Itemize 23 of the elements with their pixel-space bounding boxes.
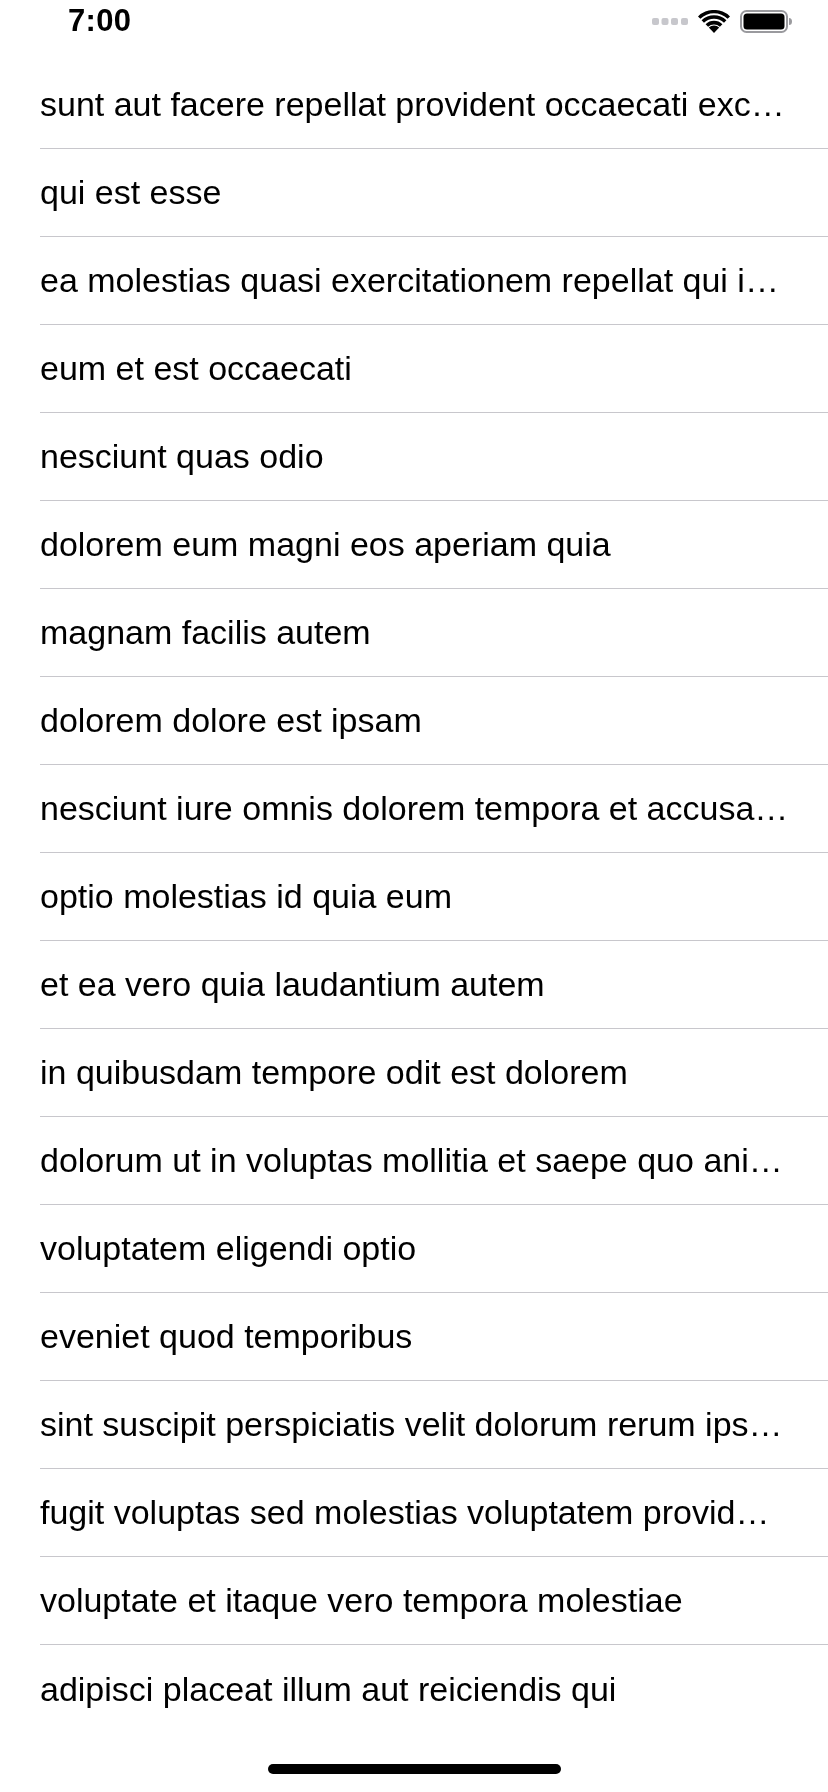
list-item[interactable]: eum et est occaecati xyxy=(40,325,828,413)
list-item[interactable]: sint suscipit perspiciatis velit dolorum rerum ips… xyxy=(40,1381,828,1469)
list-item[interactable]: nesciunt iure omnis dolorem tempora et accusa… xyxy=(40,765,828,853)
list-item[interactable]: optio molestias id quia eum xyxy=(40,853,828,941)
list-item[interactable]: ea molestias quasi exercitationem repellat qui i… xyxy=(40,237,828,325)
signal-icon xyxy=(652,18,688,25)
list-item[interactable]: dolorum ut in voluptas mollitia et saepe quo ani… xyxy=(40,1117,828,1205)
list-item[interactable]: nesciunt quas odio xyxy=(40,413,828,501)
status-time: 7:00 xyxy=(68,2,132,39)
list-item[interactable]: eveniet quod temporibus xyxy=(40,1293,828,1381)
wifi-icon xyxy=(698,10,730,33)
list-item[interactable]: dolorem eum magni eos aperiam quia xyxy=(40,501,828,589)
battery-icon xyxy=(740,10,792,33)
list-item[interactable]: voluptate et itaque vero tempora molestiae xyxy=(40,1557,828,1645)
list-item[interactable]: voluptatem eligendi optio xyxy=(40,1205,828,1293)
list-item[interactable]: sunt aut facere repellat provident occaecati exc… xyxy=(40,61,828,149)
list-item[interactable]: dolorem dolore est ipsam xyxy=(40,677,828,765)
list-item[interactable]: adipisci placeat illum aut reiciendis qui xyxy=(40,1645,828,1733)
list-item[interactable]: fugit voluptas sed molestias voluptatem provid… xyxy=(40,1469,828,1557)
list-item[interactable]: in quibusdam tempore odit est dolorem xyxy=(40,1029,828,1117)
list-item[interactable]: et ea vero quia laudantium autem xyxy=(40,941,828,1029)
list-item[interactable]: magnam facilis autem xyxy=(40,589,828,677)
list-item[interactable]: qui est esse xyxy=(40,149,828,237)
